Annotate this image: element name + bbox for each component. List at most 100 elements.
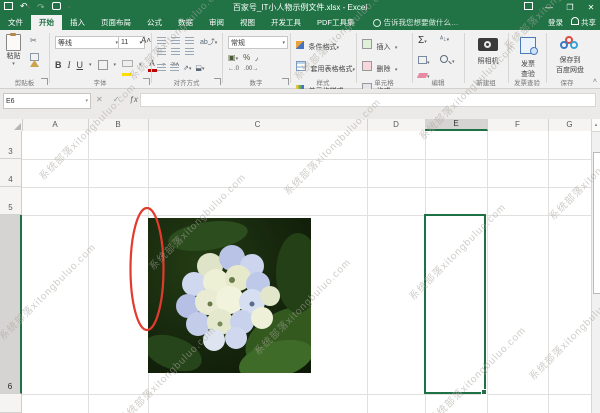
collapse-ribbon-icon[interactable]: ˄ [593, 78, 597, 85]
align-right-icon[interactable] [185, 48, 194, 56]
format-as-table-button[interactable]: 套用表格格式▾ [296, 58, 355, 76]
restore-button[interactable]: ❐ [564, 1, 576, 14]
invoice-group-label: 发票查验 [508, 77, 546, 87]
cancel-icon[interactable]: ✕ [96, 93, 103, 107]
accounting-format-button[interactable]: ▣▾ [228, 53, 238, 62]
vertical-scrollbar[interactable]: ▴ [591, 119, 600, 413]
tell-me-box[interactable]: 告诉我您想要做什么… [363, 15, 459, 30]
scroll-up-arrow[interactable]: ▴ [592, 119, 600, 132]
tab-home[interactable]: 开始 [31, 15, 62, 30]
increase-indent-icon[interactable] [170, 64, 179, 72]
tab-file[interactable]: 文件 [0, 15, 31, 30]
align-buttons [157, 37, 196, 56]
align-center-icon[interactable] [171, 48, 180, 56]
merge-center-button[interactable]: ⬓▾ [195, 64, 204, 72]
select-all-corner[interactable] [0, 119, 23, 131]
row-header-5[interactable]: 5 [0, 187, 22, 215]
number-format-combo[interactable]: 常规▾ [228, 36, 288, 49]
ribbon-tab-bar: 文件 开始 插入 页面布局 公式 数据 审阅 视图 开发工具 PDF工具集 告诉… [0, 15, 600, 30]
sort-filter-button[interactable]: ᴬ↓▾ [440, 36, 449, 43]
insert-function-icon[interactable]: ƒx [129, 93, 137, 107]
tab-formulas[interactable]: 公式 [139, 15, 170, 30]
fill-handle[interactable] [481, 389, 487, 395]
font-dialog-launcher[interactable] [143, 78, 150, 85]
autosum-button[interactable]: Σ▾ [418, 35, 427, 46]
camera-button[interactable]: 照相机 [472, 38, 504, 66]
enter-icon[interactable]: ✓ [113, 93, 120, 107]
delete-cells-button[interactable]: 删除 ▾ [362, 58, 397, 76]
column-header-f[interactable]: F [487, 119, 549, 131]
red-ellipse-annotation[interactable] [128, 205, 166, 333]
invoice-check-button[interactable]: 发票查验 [514, 37, 542, 79]
percent-style-button[interactable]: % [243, 53, 250, 62]
formula-bar: E6▾ ✕ ✓ ƒx [0, 89, 600, 119]
borders-button[interactable] [98, 60, 108, 70]
alignment-dialog-launcher[interactable] [214, 78, 221, 85]
close-button[interactable]: ✕ [585, 1, 597, 14]
sheet-grid[interactable]: 3 4 5 6 [0, 131, 591, 413]
tab-developer[interactable]: 开发工具 [263, 15, 309, 30]
scrollbar-thumb[interactable] [593, 152, 600, 294]
bold-button[interactable]: B [55, 60, 62, 70]
column-header-c[interactable]: C [148, 119, 368, 131]
tab-insert[interactable]: 插入 [62, 15, 93, 30]
orientation-button[interactable]: ab⤴▾ [200, 37, 217, 47]
row-header-4[interactable]: 4 [0, 159, 22, 187]
clipboard-dialog-launcher[interactable] [41, 78, 48, 85]
increase-decimal-button[interactable]: ←.0 [228, 66, 239, 72]
minimize-button[interactable]: — [543, 1, 555, 14]
name-box[interactable]: E6▾ [3, 93, 91, 109]
sign-in-link[interactable]: 登录 [548, 17, 563, 28]
fill-color-button[interactable] [122, 54, 133, 76]
font-color-button[interactable]: A [148, 59, 157, 72]
conditional-formatting-button[interactable]: 条件格式▾ [296, 36, 355, 54]
paste-button[interactable]: 粘贴 ▾ [6, 34, 21, 67]
italic-button[interactable]: I [68, 60, 71, 70]
align-left-icon[interactable] [157, 48, 166, 56]
column-header-g[interactable]: G [548, 119, 592, 131]
column-header-a[interactable]: A [22, 119, 89, 131]
align-top-icon[interactable] [157, 37, 166, 45]
column-header-b[interactable]: B [88, 119, 149, 131]
tab-data[interactable]: 数据 [170, 15, 201, 30]
inserted-picture-hydrangea[interactable] [148, 218, 311, 373]
tab-view[interactable]: 视图 [232, 15, 263, 30]
find-select-button[interactable]: ▾ [440, 50, 455, 68]
font-name-combo[interactable]: 等线▾ [55, 36, 121, 49]
row-header-3[interactable]: 3 [0, 131, 22, 159]
select-all-triangle-icon [14, 123, 21, 130]
cut-button[interactable]: ✂ [30, 36, 37, 45]
row-header-7[interactable] [0, 394, 22, 413]
number-group-label: 数字 [222, 77, 290, 87]
tab-pdf-tools[interactable]: PDF工具集 [309, 15, 363, 30]
camera-icon [478, 38, 498, 51]
row-header-6[interactable]: 6 [0, 215, 22, 394]
align-middle-icon[interactable] [171, 37, 180, 45]
editing-group-label: 编辑 [412, 77, 464, 87]
tab-page-layout[interactable]: 页面布局 [93, 15, 139, 30]
formula-input[interactable] [140, 93, 596, 107]
indent-buttons: ⇗▾ ⬓▾ [157, 64, 205, 72]
column-header-d[interactable]: D [367, 119, 426, 131]
baidu-netdisk-save-button[interactable]: 保存到百度网盘 [552, 36, 588, 75]
ribbon-display-options-icon[interactable] [522, 1, 534, 14]
lightbulb-icon [373, 19, 381, 27]
wrap-text-button[interactable]: ⇗▾ [183, 64, 191, 72]
window-controls: — ❐ ✕ [522, 1, 597, 14]
underline-button[interactable]: U [77, 60, 84, 70]
window-title: 百家号_IT小人物示例文件.xlsx - Excel [0, 2, 600, 13]
grow-font-button[interactable]: A˄ [141, 36, 151, 45]
person-icon [571, 17, 579, 25]
decrease-indent-icon[interactable] [157, 64, 166, 72]
comma-style-button[interactable]: ٫ [255, 53, 258, 62]
insert-cells-button[interactable]: 插入 ▾ [362, 36, 397, 54]
share-button[interactable]: 共享 [571, 17, 596, 28]
selected-cell-e6[interactable] [424, 214, 486, 394]
align-bottom-icon[interactable] [185, 37, 194, 45]
hydrangea-photo [148, 218, 311, 373]
column-header-e[interactable]: E [425, 119, 488, 131]
excel-window: ↶▾ ↷ ▾ 百家号_IT小人物示例文件.xlsx - Excel — ❐ ✕ … [0, 0, 600, 413]
decrease-decimal-button[interactable]: .00→ [244, 66, 258, 72]
tab-review[interactable]: 审阅 [201, 15, 232, 30]
number-dialog-launcher[interactable] [282, 78, 289, 85]
